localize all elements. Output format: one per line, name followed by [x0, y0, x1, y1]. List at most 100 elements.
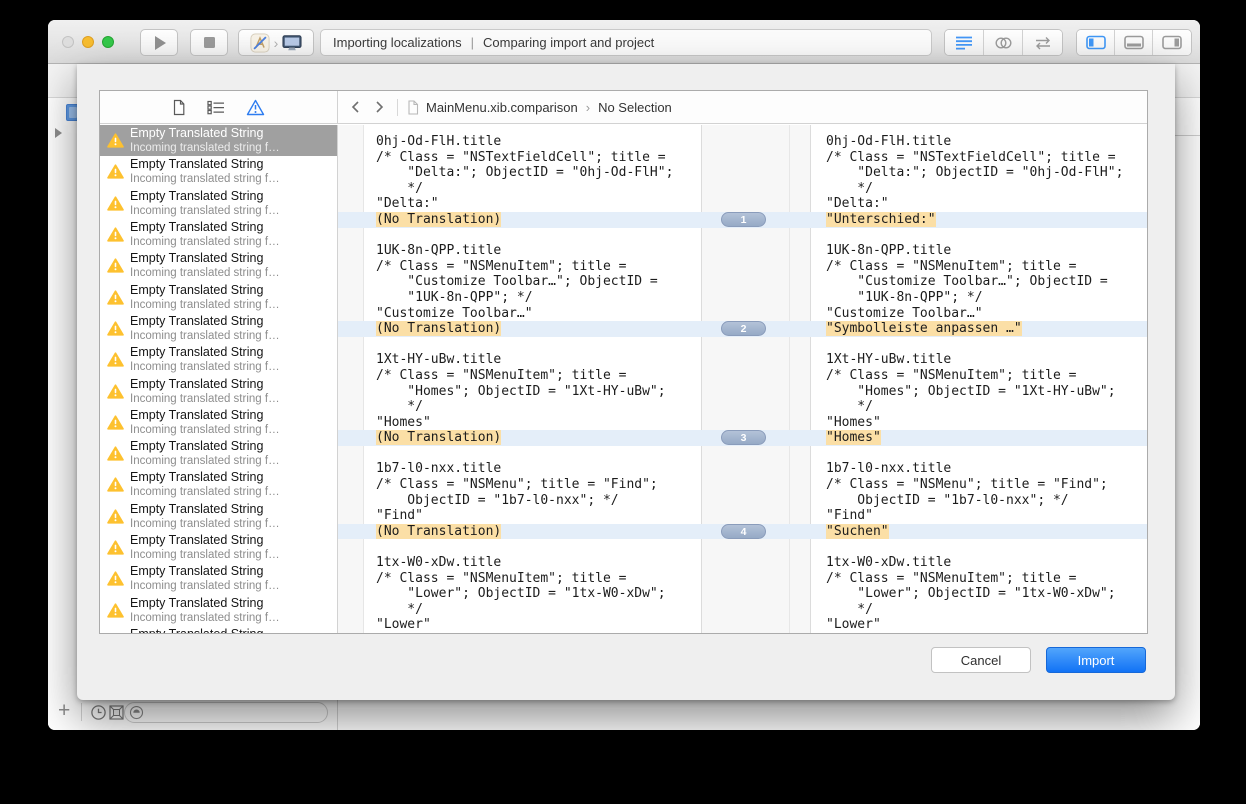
- cancel-button[interactable]: Cancel: [931, 647, 1031, 673]
- filter-bar-divider: [81, 703, 82, 721]
- issue-item[interactable]: Empty Translated StringIncoming translat…: [100, 344, 337, 375]
- code-line-left: 1Xt-HY-uBw.title: [338, 352, 701, 368]
- diff-gutter-cell: [701, 493, 811, 509]
- tab-list-icon[interactable]: [207, 100, 225, 115]
- assistant-editor-button[interactable]: [984, 30, 1023, 55]
- toggle-utilities-button[interactable]: [1153, 30, 1191, 55]
- diff-gutter-cell: 3: [701, 430, 811, 446]
- diff-gutter-cell: [701, 181, 811, 197]
- issue-title: Empty Translated String: [130, 564, 280, 579]
- traffic-light-close[interactable]: [62, 36, 74, 48]
- warning-icon: [107, 290, 124, 305]
- issue-text: Empty Translated StringIncoming translat…: [130, 345, 280, 374]
- add-button[interactable]: +: [58, 699, 70, 723]
- issue-title: Empty Translated String: [130, 439, 280, 454]
- comparison-editor[interactable]: 0hj-Od-FlH.title0hj-Od-FlH.title/* Class…: [338, 125, 1147, 633]
- recent-files-clock-icon[interactable]: [90, 704, 107, 721]
- app-scheme-icon: [250, 33, 270, 53]
- warning-icon: [107, 227, 124, 242]
- standard-editor-button[interactable]: [945, 30, 984, 55]
- code-line-right: 1b7-l0-nxx.title: [811, 461, 1147, 477]
- issue-item[interactable]: Empty Translated StringIncoming translat…: [100, 563, 337, 594]
- issue-item[interactable]: Empty Translated StringIncoming translat…: [100, 281, 337, 312]
- traffic-light-zoom[interactable]: [102, 36, 114, 48]
- diff-gutter-cell: [701, 602, 811, 618]
- tab-warnings-icon[interactable]: [246, 99, 265, 116]
- issue-item[interactable]: Empty Translated StringIncoming translat…: [100, 501, 337, 532]
- code-row: [338, 539, 1147, 555]
- issue-item[interactable]: Empty Translated StringIncoming translat…: [100, 313, 337, 344]
- filter-field[interactable]: [124, 702, 328, 723]
- jump-bar-selection[interactable]: No Selection: [598, 100, 672, 115]
- issue-subtitle: Incoming translated string f…: [130, 298, 280, 312]
- toggle-debug-area-button[interactable]: [1115, 30, 1153, 55]
- issue-item[interactable]: Empty Translated StringIncoming translat…: [100, 626, 337, 633]
- modified-files-icon[interactable]: [108, 704, 125, 721]
- code-line-right: "Homes": [811, 430, 1147, 446]
- issue-item[interactable]: Empty Translated StringIncoming translat…: [100, 469, 337, 500]
- code-row: "Homes""Homes": [338, 415, 1147, 431]
- issue-text: Empty Translated StringIncoming translat…: [130, 596, 280, 625]
- disclosure-triangle-icon[interactable]: [55, 128, 62, 138]
- issue-item[interactable]: Empty Translated StringIncoming translat…: [100, 188, 337, 219]
- code-line-left: */: [338, 181, 701, 197]
- code-line-left: */: [338, 399, 701, 415]
- issue-item[interactable]: Empty Translated StringIncoming translat…: [100, 219, 337, 250]
- jump-bar: MainMenu.xib.comparison › No Selection: [338, 91, 1147, 123]
- linked-circles-icon: [994, 35, 1013, 51]
- diff-badge[interactable]: 2: [721, 321, 766, 336]
- issue-item[interactable]: Empty Translated StringIncoming translat…: [100, 250, 337, 281]
- scheme-selector[interactable]: ›: [238, 29, 314, 56]
- issue-item[interactable]: Empty Translated StringIncoming translat…: [100, 375, 337, 406]
- code-line-left: "Delta:": [338, 196, 701, 212]
- issue-item[interactable]: Empty Translated StringIncoming translat…: [100, 125, 337, 156]
- toggle-navigator-button[interactable]: [1077, 30, 1115, 55]
- diff-gutter-cell: [701, 290, 811, 306]
- diff-gutter-cell: 4: [701, 524, 811, 540]
- code-row: "Delta:"; ObjectID = "0hj-Od-FlH"; "Delt…: [338, 165, 1147, 181]
- warning-icon: [107, 196, 124, 211]
- issue-item[interactable]: Empty Translated StringIncoming translat…: [100, 407, 337, 438]
- changed-text-right: "Unterschied:": [826, 212, 936, 227]
- stop-button[interactable]: [190, 29, 228, 56]
- code-line-right: [811, 228, 1147, 244]
- code-line-right: ObjectID = "1b7-l0-nxx"; */: [811, 493, 1147, 509]
- screenshot-canvas: › Importing localizations | Comparing im…: [0, 0, 1246, 804]
- issue-item[interactable]: Empty Translated StringIncoming translat…: [100, 594, 337, 625]
- code-line-right: */: [811, 181, 1147, 197]
- issue-item[interactable]: Empty Translated StringIncoming translat…: [100, 532, 337, 563]
- forward-button[interactable]: [371, 100, 388, 114]
- code-line-left: 0hj-Od-FlH.title: [338, 134, 701, 150]
- run-button[interactable]: [140, 29, 178, 56]
- code-row: "Delta:" "Delta:": [338, 196, 1147, 212]
- jump-bar-file[interactable]: MainMenu.xib.comparison: [426, 100, 578, 115]
- code-row: 1b7-l0-nxx.title1b7-l0-nxx.title: [338, 461, 1147, 477]
- issue-text: Empty Translated StringIncoming translat…: [130, 126, 280, 155]
- diff-badge[interactable]: 3: [721, 430, 766, 445]
- navigator-filter-bar: +: [48, 697, 1200, 730]
- code-line-right: /* Class = "NSMenu"; title = "Find";: [811, 477, 1147, 493]
- chevron-right-icon: ›: [274, 35, 279, 51]
- code-line-left: "Homes"; ObjectID = "1Xt-HY-uBw";: [338, 384, 701, 400]
- code-line-right: "Customize Toolbar…": [811, 306, 1147, 322]
- issue-item[interactable]: Empty Translated StringIncoming translat…: [100, 156, 337, 187]
- issue-title: Empty Translated String: [130, 251, 280, 266]
- code-line-right: "Delta:": [811, 196, 1147, 212]
- code-row: "Customize Toolbar…""Customize Toolbar…": [338, 306, 1147, 322]
- issue-item[interactable]: Empty Translated StringIncoming translat…: [100, 438, 337, 469]
- issue-text: Empty Translated StringIncoming translat…: [130, 220, 280, 249]
- diff-gutter-cell: [701, 368, 811, 384]
- back-button[interactable]: [347, 100, 364, 114]
- tab-file-icon[interactable]: [172, 99, 186, 116]
- issue-title: Empty Translated String: [130, 345, 280, 360]
- issue-title: Empty Translated String: [130, 408, 280, 423]
- code-row: 1UK-8n-QPP.title1UK-8n-QPP.title: [338, 243, 1147, 259]
- diff-badge[interactable]: 1: [721, 212, 766, 227]
- traffic-light-minimize[interactable]: [82, 36, 94, 48]
- code-line-left: "Lower"; ObjectID = "1tx-W0-xDw";: [338, 586, 701, 602]
- issue-title: Empty Translated String: [130, 283, 280, 298]
- diff-badge[interactable]: 4: [721, 524, 766, 539]
- version-editor-button[interactable]: [1023, 30, 1062, 55]
- import-button[interactable]: Import: [1046, 647, 1146, 673]
- window-toolbar: › Importing localizations | Comparing im…: [48, 20, 1200, 64]
